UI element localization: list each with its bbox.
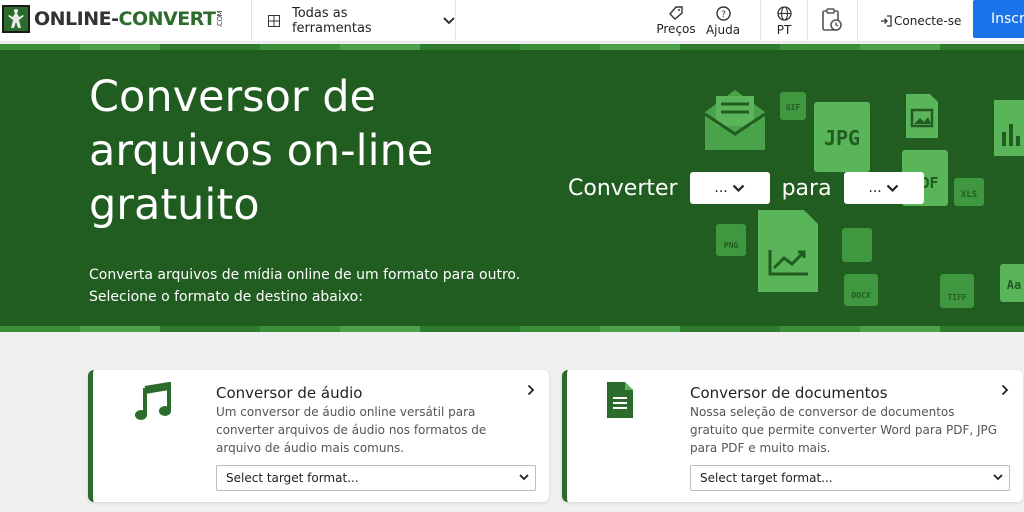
logo-text-convert: CONVERT bbox=[118, 8, 216, 30]
pricing-link[interactable]: Preços bbox=[655, 0, 697, 42]
language-selector[interactable]: PT bbox=[770, 0, 798, 42]
small-doc-icon bbox=[842, 228, 872, 262]
all-tools-label: Todas as ferramentas bbox=[291, 6, 372, 36]
page-title: Conversor de arquivos on-line gratuito bbox=[89, 72, 434, 230]
login-label: Conecte-se bbox=[894, 14, 962, 28]
site-logo[interactable]: ONLINE-CONVERT.COM bbox=[2, 4, 224, 34]
document-converter-card[interactable]: Conversor de documentos Nossa seleção de… bbox=[562, 370, 1023, 502]
hero-subtitle: Converta arquivos de mídia online de um … bbox=[89, 264, 569, 308]
gif-file-label: GIF bbox=[785, 103, 801, 112]
globe-icon bbox=[776, 5, 792, 21]
audio-target-format-select[interactable]: Select target format... bbox=[216, 465, 536, 491]
all-tools-dropdown[interactable]: Todas as ferramentas bbox=[252, 0, 455, 42]
document-target-format-select[interactable]: Select target format... bbox=[690, 465, 1010, 491]
chevron-right-icon bbox=[527, 384, 535, 396]
logo-text-suffix: .COM bbox=[216, 11, 225, 28]
source-format-value: ... bbox=[714, 180, 728, 196]
select-placeholder: Select target format... bbox=[700, 471, 833, 485]
docx-file-label: DOCX bbox=[851, 291, 871, 300]
card-description: Um conversor de áudio online versátil pa… bbox=[216, 405, 487, 455]
image-file-icon bbox=[906, 94, 938, 138]
nav-divider bbox=[455, 0, 456, 42]
hero-subtitle-line-1: Converta arquivos de mídia online de um … bbox=[89, 267, 521, 283]
docx-file-icon: DOCX bbox=[844, 274, 878, 306]
font-file-label: Aa bbox=[1006, 278, 1022, 292]
chevron-down-icon bbox=[519, 474, 529, 481]
convert-label: Converter bbox=[568, 175, 678, 201]
help-circle-icon: ? bbox=[715, 5, 731, 21]
music-note-icon bbox=[135, 382, 171, 420]
history-button[interactable] bbox=[818, 0, 846, 42]
svg-text:?: ? bbox=[721, 10, 726, 20]
tiff-file-label: TIFF bbox=[947, 293, 967, 302]
tag-icon bbox=[669, 6, 683, 20]
png-file-label: PNG bbox=[723, 241, 739, 250]
grid-icon bbox=[268, 15, 280, 27]
source-format-select[interactable]: ... bbox=[689, 172, 770, 204]
signup-label: Inscr bbox=[991, 11, 1024, 27]
target-format-value: ... bbox=[868, 180, 882, 196]
chevron-down-icon bbox=[993, 474, 1003, 481]
select-placeholder: Select target format... bbox=[226, 471, 359, 485]
nav-divider bbox=[760, 0, 761, 42]
chart-file-icon bbox=[994, 100, 1024, 156]
target-format-select[interactable]: ... bbox=[843, 172, 924, 204]
jpg-file-icon: JPG bbox=[814, 102, 870, 172]
line-chart-file-icon bbox=[758, 210, 818, 292]
chevron-right-icon bbox=[1001, 384, 1009, 396]
logo-icon bbox=[2, 5, 30, 33]
envelope-icon bbox=[704, 90, 766, 150]
to-label: para bbox=[781, 175, 832, 201]
hero-banner: Conversor de arquivos on-line gratuito C… bbox=[0, 44, 1024, 332]
logo-text: ONLINE-CONVERT.COM bbox=[34, 8, 224, 30]
nav-divider bbox=[807, 0, 808, 42]
login-link[interactable]: Conecte-se bbox=[880, 0, 961, 42]
xls-file-label: XLS bbox=[960, 190, 978, 200]
hero-stripe-bottom bbox=[0, 326, 1024, 332]
quick-convert-row: Converter ... para ... bbox=[568, 172, 936, 204]
gif-file-icon: GIF bbox=[780, 92, 806, 120]
chevron-down-icon bbox=[886, 184, 899, 192]
clipboard-clock-icon bbox=[822, 8, 842, 31]
xls-file-icon: XLS bbox=[954, 178, 984, 206]
hero-subtitle-line-2: Selecione o formato de destino abaixo: bbox=[89, 289, 363, 305]
card-title: Conversor de documentos bbox=[690, 384, 888, 402]
top-navigation: ONLINE-CONVERT.COM Todas as ferramentas … bbox=[0, 0, 1024, 42]
help-label: Ajuda bbox=[705, 22, 741, 37]
pricing-label: Preços bbox=[656, 22, 696, 36]
nav-divider bbox=[857, 0, 858, 42]
jpg-file-label: JPG bbox=[823, 126, 861, 150]
help-link[interactable]: ? Ajuda bbox=[704, 0, 742, 42]
signup-button[interactable]: Inscr bbox=[973, 0, 1024, 38]
logo-text-online: ONLINE- bbox=[34, 8, 119, 30]
chevron-down-icon bbox=[732, 184, 745, 192]
hero-stripe-top bbox=[0, 44, 1024, 50]
card-title: Conversor de áudio bbox=[216, 384, 363, 402]
audio-converter-card[interactable]: Conversor de áudio Um conversor de áudio… bbox=[88, 370, 549, 502]
chevron-down-icon bbox=[443, 17, 455, 25]
png-file-icon: PNG bbox=[716, 224, 746, 256]
tiff-file-icon: TIFF bbox=[940, 274, 974, 308]
card-description: Nossa seleção de conversor de documentos… bbox=[690, 405, 998, 455]
language-label: PT bbox=[776, 22, 792, 37]
login-arrow-icon bbox=[881, 15, 892, 27]
document-icon bbox=[607, 382, 633, 418]
font-file-icon: Aa bbox=[1000, 264, 1024, 302]
